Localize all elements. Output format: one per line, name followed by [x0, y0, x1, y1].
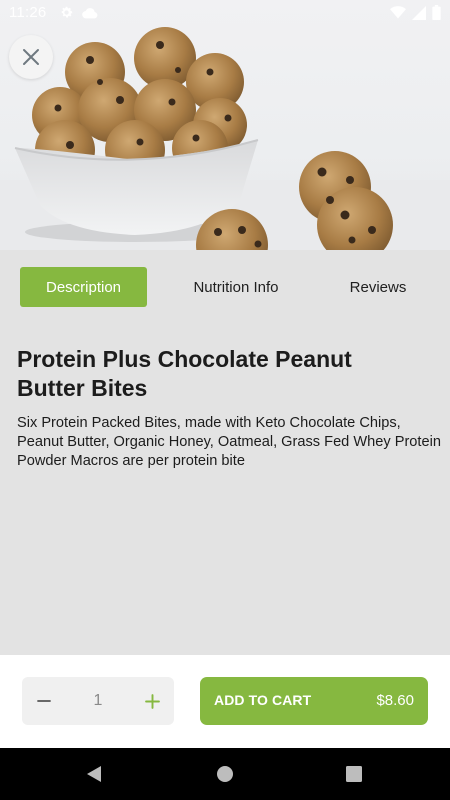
- minus-icon: [37, 700, 51, 702]
- status-bar: 11:26: [0, 0, 450, 26]
- navigation-bar: [0, 748, 450, 800]
- recents-icon: [346, 766, 362, 782]
- back-button[interactable]: [82, 762, 106, 786]
- status-time: 11:26: [9, 4, 47, 21]
- product-image: [0, 0, 450, 250]
- bites-photo: [0, 27, 450, 250]
- quantity-stepper: 1: [22, 677, 174, 725]
- decrease-quantity-button[interactable]: [22, 677, 66, 725]
- battery-icon: [432, 5, 441, 20]
- home-icon: [217, 766, 233, 782]
- tab-bar: Description Nutrition Info Reviews: [0, 250, 450, 330]
- recents-button[interactable]: [342, 762, 366, 786]
- plus-icon: [144, 693, 160, 709]
- add-to-cart-label: ADD TO CART: [214, 692, 312, 708]
- close-button[interactable]: [9, 35, 53, 79]
- product-title: Protein Plus Chocolate Peanut Butter Bit…: [17, 346, 352, 401]
- wifi-icon: [390, 6, 406, 19]
- tab-nutrition-info[interactable]: Nutrition Info: [168, 267, 304, 307]
- signal-icon: [412, 5, 426, 20]
- increase-quantity-button[interactable]: [130, 677, 174, 725]
- home-button[interactable]: [213, 762, 237, 786]
- product-description: Six Protein Packed Bites, made with Keto…: [17, 415, 441, 469]
- cloud-icon: [82, 7, 98, 18]
- back-icon: [87, 766, 101, 782]
- cart-bar: 1 ADD TO CART $8.60: [0, 655, 450, 748]
- cart-price: $8.60: [376, 692, 414, 709]
- add-to-cart-button[interactable]: ADD TO CART $8.60: [200, 677, 428, 725]
- tab-reviews[interactable]: Reviews: [330, 267, 426, 307]
- tab-description[interactable]: Description: [20, 267, 147, 307]
- gear-icon: [61, 6, 73, 18]
- close-icon: [23, 49, 39, 65]
- quantity-value: 1: [93, 692, 103, 709]
